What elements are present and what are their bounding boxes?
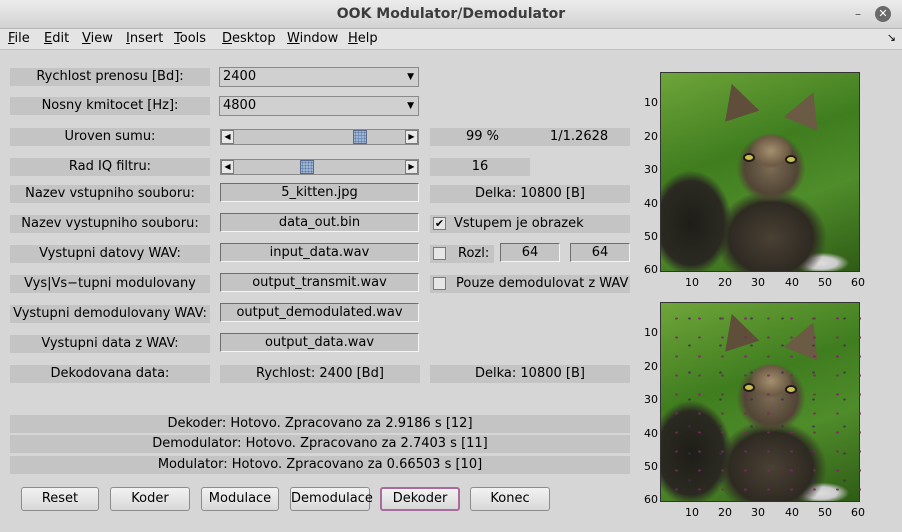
- menu-bar: File Edit View Insert Tools Desktop Wind…: [0, 29, 902, 50]
- noise-value-box: 99 % 1/1.2628: [430, 128, 630, 146]
- menu-tools[interactable]: Tools: [174, 31, 206, 46]
- coder-button[interactable]: Koder: [110, 487, 190, 511]
- data-wav-input[interactable]: input_data.wav: [220, 243, 419, 262]
- mod-wav-input[interactable]: output_transmit.wav: [220, 273, 419, 292]
- out-file-input[interactable]: data_out.bin: [220, 213, 419, 232]
- in-file-label: Nazev vstupniho souboru:: [10, 185, 210, 203]
- x-tick: 40: [785, 276, 799, 289]
- demod-only-label: Pouze demodulovat z WAV: [456, 276, 629, 291]
- x-tick: 30: [751, 506, 765, 519]
- modulator-status: Modulator: Hotovo. Zpracovano za 0.66503…: [10, 456, 630, 474]
- is-image-checkbox[interactable]: ✔: [433, 217, 446, 230]
- x-tick: 60: [851, 506, 865, 519]
- noise-slider[interactable]: ◀ ▶: [220, 129, 419, 145]
- dropdown-arrow-icon: ▼: [407, 101, 414, 111]
- bit-error-noise: [661, 303, 861, 503]
- x-tick: 50: [818, 506, 832, 519]
- x-tick: 50: [818, 276, 832, 289]
- demod-wav-label: Vystupni demodulovany WAV:: [10, 305, 210, 323]
- dropdown-arrow-icon: ▼: [407, 72, 414, 82]
- y-tick: 60: [644, 493, 658, 506]
- carrier-select-value: 4800: [223, 98, 257, 113]
- res-height-input[interactable]: 64: [570, 243, 630, 262]
- dock-arrow-icon[interactable]: ↘: [887, 31, 896, 44]
- iq-value: 16: [430, 158, 530, 176]
- x-tick: 20: [718, 276, 732, 289]
- baud-select[interactable]: 2400 ▼: [219, 67, 419, 87]
- length-text: Delka: 10800 [B]: [430, 185, 630, 203]
- slider-right-arrow-icon[interactable]: ▶: [405, 130, 418, 144]
- y-tick: 30: [644, 163, 658, 176]
- reset-button[interactable]: Reset: [21, 487, 99, 511]
- menu-help[interactable]: Help: [348, 31, 378, 46]
- demod-only-row: Pouze demodulovat z WAV: [430, 275, 630, 293]
- noise-percent: 99 %: [466, 129, 500, 144]
- noise-ratio: 1/1.2628: [550, 129, 609, 144]
- menu-edit[interactable]: Edit: [44, 31, 69, 46]
- noise-label: Uroven sumu:: [10, 128, 210, 146]
- x-tick: 30: [751, 276, 765, 289]
- minimize-icon[interactable]: –: [850, 6, 866, 22]
- baud-select-value: 2400: [223, 69, 257, 84]
- x-tick: 60: [851, 276, 865, 289]
- modulate-button[interactable]: Modulace: [201, 487, 279, 511]
- x-tick: 20: [718, 506, 732, 519]
- iq-slider[interactable]: ◀ ▶: [220, 159, 419, 175]
- res-label: Rozl:: [458, 246, 490, 261]
- demodulate-button[interactable]: Demodulace: [290, 487, 373, 511]
- carrier-label: Nosny kmitocet [Hz]:: [10, 97, 210, 115]
- is-image-row: ✔ Vstupem je obrazek: [430, 215, 630, 233]
- y-tick: 30: [644, 393, 658, 406]
- data-wav-label: Vystupni datovy WAV:: [10, 245, 210, 263]
- y-tick: 10: [644, 96, 658, 109]
- y-tick: 40: [644, 427, 658, 440]
- decoder-status: Dekoder: Hotovo. Zpracovano za 2.9186 s …: [10, 415, 630, 433]
- menu-file[interactable]: File: [8, 31, 30, 46]
- menu-insert[interactable]: Insert: [126, 31, 163, 46]
- y-tick: 50: [644, 460, 658, 473]
- y-tick: 10: [644, 326, 658, 339]
- kitten-image: [660, 72, 860, 272]
- iq-label: Rad IQ filtru:: [10, 158, 210, 176]
- out-file-label: Nazev vystupniho souboru:: [10, 215, 210, 233]
- y-tick: 20: [644, 130, 658, 143]
- slider-thumb[interactable]: [353, 130, 367, 144]
- slider-right-arrow-icon[interactable]: ▶: [405, 160, 418, 174]
- decoder-button[interactable]: Dekoder: [380, 487, 460, 511]
- x-tick: 40: [785, 506, 799, 519]
- carrier-select[interactable]: 4800 ▼: [219, 96, 419, 116]
- y-tick: 20: [644, 360, 658, 373]
- menu-view[interactable]: View: [82, 31, 113, 46]
- decoded-length: Delka: 10800 [B]: [430, 365, 630, 383]
- close-icon[interactable]: ✕: [875, 6, 891, 22]
- mod-wav-label: Vys|Vs−tupni modulovany: [10, 275, 210, 293]
- is-image-label: Vstupem je obrazek: [454, 216, 584, 231]
- y-tick: 50: [644, 230, 658, 243]
- y-tick: 60: [644, 263, 658, 276]
- x-tick: 10: [685, 276, 699, 289]
- out-data-wav-label: Vystupni data z WAV:: [10, 335, 210, 353]
- res-checkbox[interactable]: [433, 247, 446, 260]
- baud-label: Rychlost prenosu [Bd]:: [10, 68, 210, 86]
- demod-wav-input[interactable]: output_demodulated.wav: [220, 303, 419, 322]
- y-tick: 40: [644, 197, 658, 210]
- in-file-input[interactable]: 5_kitten.jpg: [220, 183, 419, 202]
- res-row: Rozl:: [430, 245, 494, 263]
- demod-only-checkbox[interactable]: [433, 277, 446, 290]
- demodulator-status: Demodulator: Hotovo. Zpracovano za 2.740…: [10, 435, 630, 453]
- slider-left-arrow-icon[interactable]: ◀: [221, 160, 234, 174]
- slider-thumb[interactable]: [300, 160, 314, 174]
- end-button[interactable]: Konec: [470, 487, 550, 511]
- x-tick: 10: [685, 506, 699, 519]
- menu-window[interactable]: Window: [287, 31, 338, 46]
- menu-desktop[interactable]: Desktop: [222, 31, 276, 46]
- window-title: OOK Modulator/Demodulator: [336, 6, 566, 22]
- decoded-label: Dekodovana data:: [10, 365, 210, 383]
- title-bar: OOK Modulator/Demodulator – ✕: [0, 0, 902, 29]
- decoded-kitten-image: [660, 302, 861, 503]
- decoded-speed: Rychlost: 2400 [Bd]: [220, 365, 420, 383]
- out-data-wav-input[interactable]: output_data.wav: [220, 333, 419, 352]
- res-width-input[interactable]: 64: [500, 243, 560, 262]
- slider-left-arrow-icon[interactable]: ◀: [221, 130, 234, 144]
